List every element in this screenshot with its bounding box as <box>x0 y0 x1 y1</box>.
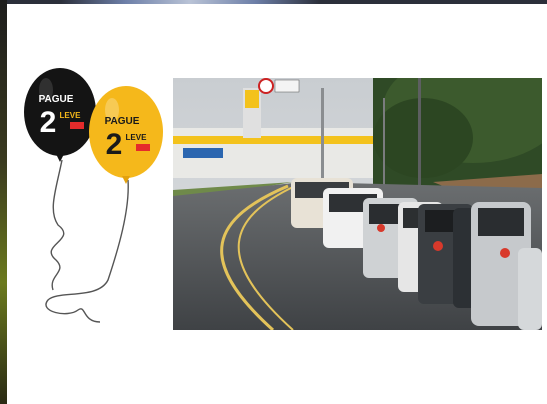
yellow-balloon-number: 2 <box>106 128 123 161</box>
yellow-balloon-line2: LEVE <box>126 133 148 142</box>
left-decor-strip <box>0 0 7 404</box>
black-balloon-tag <box>70 122 84 129</box>
black-balloon: PAGUE 2 LEVE <box>24 68 96 162</box>
fuel-queue-photo <box>173 78 542 330</box>
black-balloon-line2: LEVE <box>60 111 82 120</box>
black-balloon-number: 2 <box>40 106 57 139</box>
yellow-balloon-tag <box>136 144 150 151</box>
yellow-balloon-string <box>45 179 129 323</box>
top-decor-strip <box>0 0 547 4</box>
black-balloon-string <box>50 159 65 291</box>
promo-balloons: PAGUE 2 LEVE PAGUE 2 LEVE <box>18 60 168 330</box>
yellow-balloon: PAGUE 2 LEVE <box>89 86 163 184</box>
black-balloon-line1: PAGUE <box>39 94 74 105</box>
yellow-balloon-line1: PAGUE <box>105 116 140 127</box>
